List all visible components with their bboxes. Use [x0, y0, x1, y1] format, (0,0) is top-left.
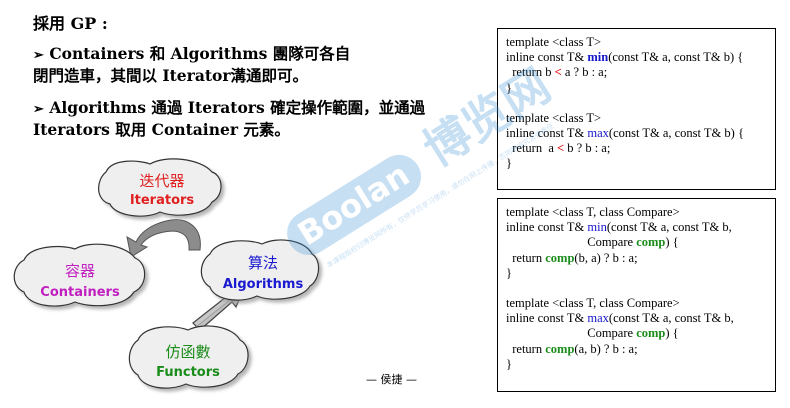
- code-text: Compare: [506, 235, 637, 250]
- code-text: a ? b : a;: [561, 65, 608, 80]
- iterators-en-label: Iterators: [130, 193, 195, 208]
- bullet-point-1: ➢ Containers 和 Algorithms 團隊可各自 閉門造車，其間以…: [33, 44, 350, 86]
- containers-en-label: Containers: [40, 285, 120, 300]
- function-name-min: min: [587, 50, 609, 65]
- code-text: return: [506, 341, 546, 356]
- algorithms-en-label: Algorithms: [223, 277, 304, 292]
- comp-parameter: comp: [636, 326, 666, 341]
- code-block-min-max: template <class T> inline const T& min(c…: [497, 28, 776, 190]
- code-text: (const T& a, const T& b,: [608, 311, 734, 326]
- containers-zh-label: 容器: [65, 262, 95, 280]
- code-text: ) {: [665, 326, 679, 341]
- code-text: b ? b : a;: [564, 141, 611, 156]
- less-than-operator: <: [554, 65, 562, 80]
- code-line: }: [506, 265, 512, 280]
- function-name-max: max: [587, 126, 609, 141]
- code-line: template <class T>: [506, 110, 602, 125]
- functors-zh-label: 仿函數: [165, 343, 210, 361]
- code-text: inline const T&: [506, 311, 588, 326]
- code-line: template <class T>: [506, 35, 602, 49]
- iterators-zh-label: 迭代器: [139, 172, 184, 190]
- bullet-point-2: ➢ Algorithms 通過 Iterators 確定操作範圍，並通過 Ite…: [33, 98, 425, 140]
- comp-call: comp: [545, 341, 575, 356]
- functors-en-label: Functors: [156, 365, 220, 380]
- bullet-2-line-1: Algorithms 通過 Iterators 確定操作範圍，並通過: [49, 98, 426, 117]
- code-text: (const T& a, const T& b,: [606, 220, 732, 235]
- code-text: return a: [506, 141, 558, 156]
- code-line: }: [506, 356, 512, 371]
- code-text: inline const T&: [506, 220, 588, 235]
- author-credit: — 侯捷 —: [366, 373, 417, 386]
- code-text: (b, a) ? b : a;: [574, 250, 638, 265]
- gp-diagram: 迭代器 Iterators 容器 Containers 算法 Algorithm…: [13, 158, 320, 389]
- comp-parameter: comp: [636, 235, 666, 250]
- code-text: (const T& a, const T& b) {: [608, 50, 744, 65]
- bullet-1-line-1: Containers 和 Algorithms 團隊可各自: [49, 44, 351, 63]
- curved-arrow-iterators-to-containers: [126, 219, 201, 258]
- code-text: inline const T&: [506, 50, 588, 65]
- page-heading: 採用 GP :: [33, 14, 108, 33]
- code-text: (a, b) ? b : a;: [574, 341, 638, 356]
- algorithms-zh-label: 算法: [248, 254, 278, 272]
- bullet-2-line-2: Iterators 取用 Container 元素。: [33, 120, 290, 139]
- comp-call: comp: [545, 250, 575, 265]
- code-text: ) {: [665, 235, 679, 250]
- code-text: return b: [506, 65, 555, 80]
- code-text: inline const T&: [506, 126, 588, 141]
- code-line: template <class T, class Compare>: [506, 205, 680, 219]
- bullet-1-line-2: 閉門造車，其間以 Iterator溝通即可。: [33, 66, 309, 85]
- bullet-marker: ➢: [33, 48, 44, 63]
- function-name-min: min: [587, 220, 607, 235]
- bullet-marker: ➢: [33, 102, 44, 117]
- code-text: Compare: [506, 326, 637, 341]
- function-name-max: max: [587, 311, 609, 326]
- code-line: }: [506, 156, 512, 171]
- code-line: template <class T, class Compare>: [506, 296, 680, 311]
- code-text: return: [506, 250, 546, 265]
- code-block-min-max-compare: template <class T, class Compare> inline…: [497, 198, 776, 392]
- code-line: }: [506, 80, 512, 95]
- code-text: (const T& a, const T& b) {: [608, 126, 744, 141]
